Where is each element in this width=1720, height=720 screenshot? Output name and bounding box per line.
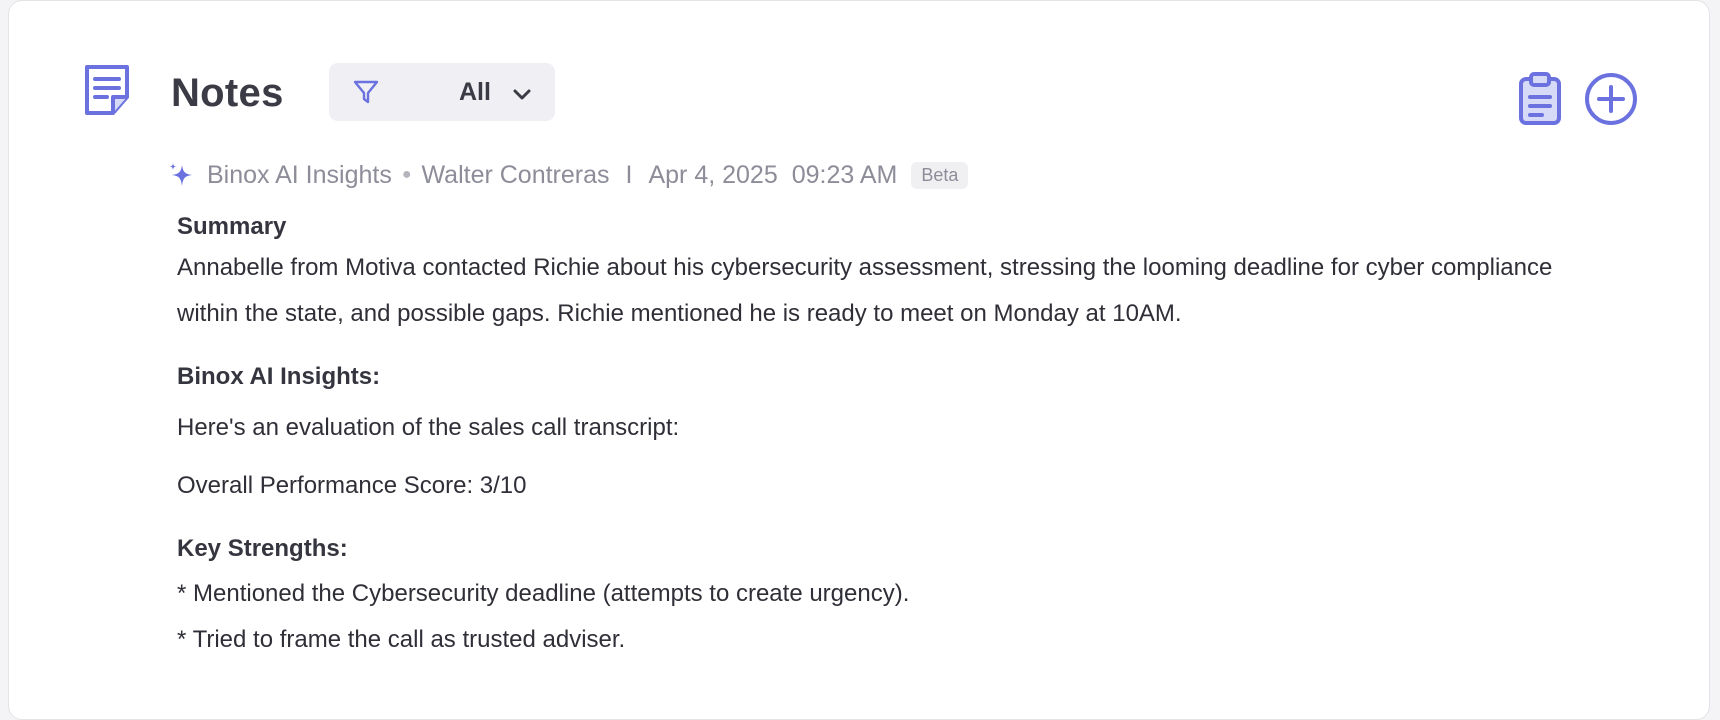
plus-circle-icon[interactable] [1583, 71, 1639, 127]
meta-time: 09:23 AM [791, 160, 898, 189]
meta-date: Apr 4, 2025 [648, 160, 778, 189]
insights-heading: Binox AI Insights: [177, 363, 381, 390]
strength-item: * Tried to frame the call as trusted adv… [177, 626, 626, 653]
filter-dropdown[interactable]: All [329, 63, 555, 121]
funnel-icon [353, 80, 379, 104]
summary-heading: Summary [177, 213, 287, 240]
meta-dot: ● [401, 166, 412, 183]
notes-icon [85, 65, 129, 115]
filter-value: All [459, 78, 491, 106]
meta-separator: I [625, 160, 633, 189]
notes-card: Notes All Binox AI Insights ● Walter Con… [8, 0, 1710, 720]
note-meta: Binox AI Insights ● Walter Contreras I A… [167, 155, 969, 195]
insights-intro: Here's an evaluation of the sales call t… [177, 414, 680, 441]
strengths-heading: Key Strengths: [177, 535, 348, 562]
meta-author: Walter Contreras [421, 160, 610, 189]
performance-score: Overall Performance Score: 3/10 [177, 472, 527, 499]
note-body: Summary Annabelle from Motiva contacted … [177, 213, 1577, 663]
summary-text: Annabelle from Motiva contacted Richie a… [177, 254, 1553, 327]
sparkle-icon [169, 163, 192, 186]
beta-badge: Beta [911, 161, 969, 189]
meta-source: Binox AI Insights [207, 160, 392, 189]
strength-item: * Mentioned the Cybersecurity deadline (… [177, 580, 910, 607]
clipboard-icon[interactable] [1517, 71, 1563, 127]
page-title: Notes [171, 71, 284, 115]
chevron-down-icon [513, 89, 531, 100]
